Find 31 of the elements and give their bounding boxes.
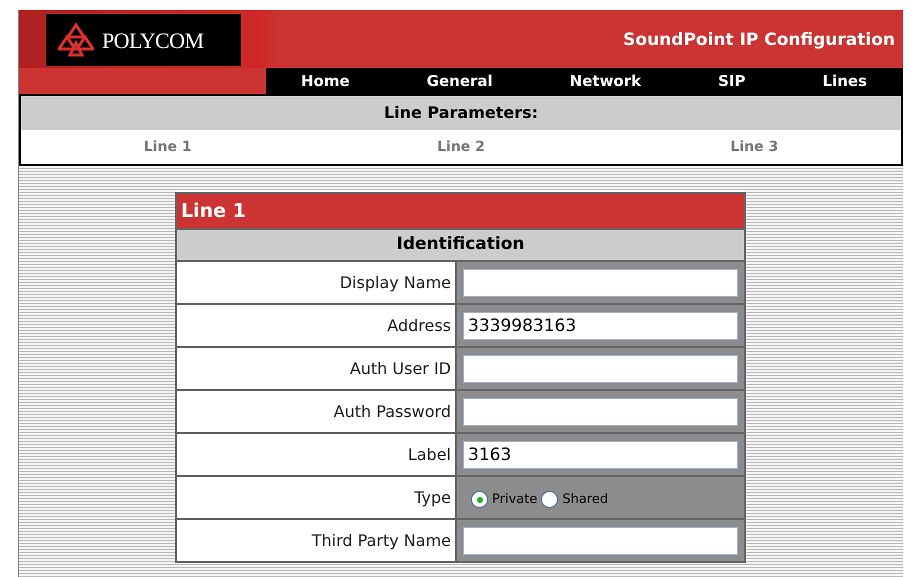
form-title: Line 1 xyxy=(181,198,246,224)
field-label: Auth User ID xyxy=(350,358,451,380)
field-label: Auth Password xyxy=(334,400,451,422)
nav-link[interactable]: General xyxy=(426,70,493,92)
triangles-logo-icon xyxy=(58,23,94,57)
text-field[interactable] xyxy=(463,398,738,426)
field-label: Display Name xyxy=(340,272,451,294)
nav-link[interactable]: Lines xyxy=(822,70,867,92)
group-title: Identification xyxy=(396,233,524,256)
page-title: SoundPoint IP Configuration xyxy=(623,29,895,52)
line-link[interactable]: Line 2 xyxy=(437,136,485,158)
line-link[interactable]: Line 1 xyxy=(144,136,192,158)
nav-link[interactable]: Network xyxy=(570,70,642,92)
text-field[interactable]: 3163 xyxy=(463,440,738,468)
field-label: Type xyxy=(414,486,451,508)
nav-link[interactable]: Home xyxy=(301,70,350,92)
nav-link[interactable]: SIP xyxy=(718,70,746,92)
radio-label: Private xyxy=(492,490,538,509)
field-label: Address xyxy=(387,314,451,336)
logo-text: POLYCOM xyxy=(102,26,204,54)
text-field[interactable] xyxy=(463,268,738,296)
field-label: Third Party Name xyxy=(312,530,451,552)
field-label: Label xyxy=(408,444,451,466)
text-field[interactable] xyxy=(463,354,738,382)
text-field[interactable]: 3339983163 xyxy=(463,312,738,340)
text-field[interactable] xyxy=(463,526,738,554)
section-title: Line Parameters: xyxy=(384,102,538,124)
line-link[interactable]: Line 3 xyxy=(730,136,778,158)
radio-button[interactable] xyxy=(541,491,558,508)
radio-button[interactable] xyxy=(471,491,488,508)
radio-label: Shared xyxy=(562,490,608,509)
